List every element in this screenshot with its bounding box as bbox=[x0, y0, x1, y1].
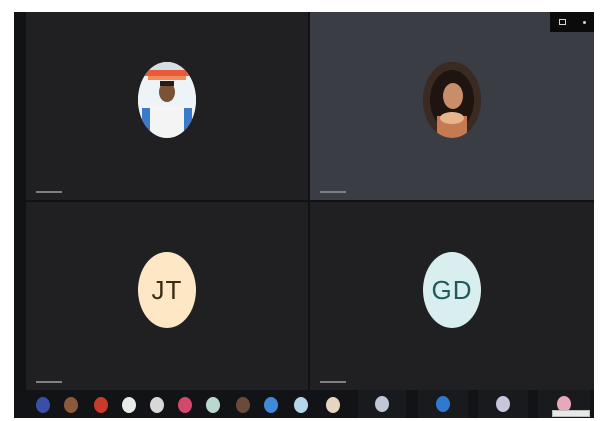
avatar-initials-text: GD bbox=[431, 274, 473, 305]
photo-woman-icon bbox=[423, 62, 481, 138]
participant-thumbnail[interactable] bbox=[178, 397, 192, 413]
photo-man-icon bbox=[138, 62, 196, 138]
participant-thumbnail-box[interactable] bbox=[478, 390, 528, 418]
layout-icon[interactable] bbox=[558, 19, 566, 25]
avatar-initials-text: JT bbox=[151, 274, 183, 305]
participant-tile-active[interactable] bbox=[310, 12, 594, 200]
participant-name-label bbox=[36, 380, 62, 384]
participant-thumbnail bbox=[436, 396, 450, 412]
participant-thumbnail bbox=[375, 396, 389, 412]
participant-thumbnail-box[interactable] bbox=[358, 390, 406, 418]
participant-name-label bbox=[320, 190, 346, 194]
participant-avatar-initials: GD bbox=[423, 252, 481, 328]
participant-name-label bbox=[320, 380, 346, 384]
participant-thumbnail[interactable] bbox=[206, 397, 220, 413]
participant-tile[interactable] bbox=[26, 12, 308, 200]
page: JT GD bbox=[0, 0, 602, 421]
participant-thumbnail[interactable] bbox=[94, 397, 108, 413]
participant-thumbnail[interactable] bbox=[264, 397, 278, 413]
participant-thumbnail[interactable] bbox=[64, 397, 78, 413]
tooltip bbox=[552, 410, 590, 417]
participant-thumbnail[interactable] bbox=[150, 397, 164, 413]
participant-avatar bbox=[423, 62, 481, 138]
meeting-window: JT GD bbox=[14, 12, 594, 418]
participant-avatar bbox=[138, 62, 196, 138]
participant-avatar-initials: JT bbox=[138, 252, 196, 328]
window-controls bbox=[550, 12, 594, 32]
participant-name-label bbox=[36, 190, 62, 194]
participant-thumbnail[interactable] bbox=[122, 397, 136, 413]
participant-thumbnail-box[interactable] bbox=[418, 390, 468, 418]
participant-tile[interactable]: GD bbox=[310, 202, 594, 390]
participant-thumbnail[interactable] bbox=[36, 397, 50, 413]
participant-filmstrip bbox=[14, 390, 594, 418]
participant-tile[interactable]: JT bbox=[26, 202, 308, 390]
participant-thumbnail[interactable] bbox=[326, 397, 340, 413]
participant-thumbnail[interactable] bbox=[294, 397, 308, 413]
participant-thumbnail bbox=[496, 396, 510, 412]
participant-thumbnail[interactable] bbox=[236, 397, 250, 413]
more-options-icon[interactable] bbox=[582, 20, 586, 24]
